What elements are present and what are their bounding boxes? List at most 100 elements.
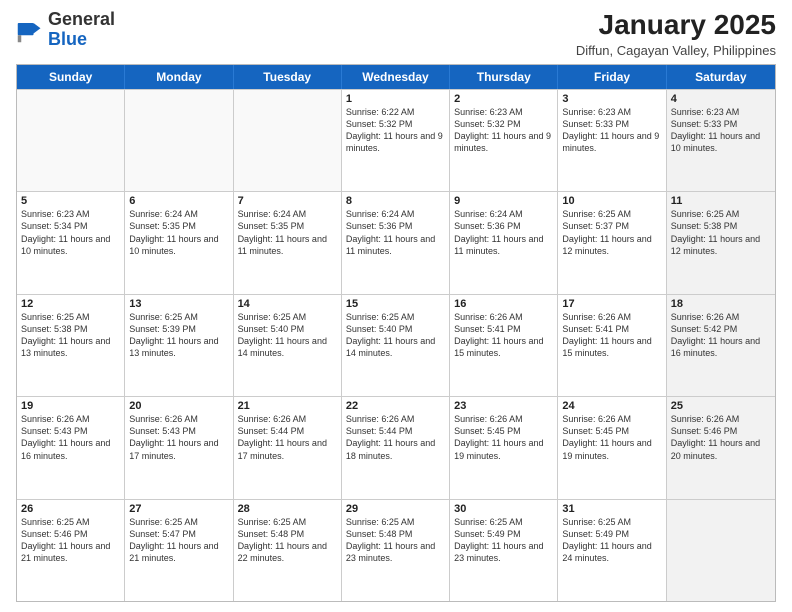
calendar-cell: 7Sunrise: 6:24 AMSunset: 5:35 PMDaylight… [234,192,342,293]
day-number: 12 [21,298,120,310]
day-number: 17 [562,298,661,310]
calendar-cell: 5Sunrise: 6:23 AMSunset: 5:34 PMDaylight… [17,192,125,293]
cell-info: Sunrise: 6:24 AMSunset: 5:36 PMDaylight:… [454,208,553,257]
cell-info: Sunrise: 6:26 AMSunset: 5:46 PMDaylight:… [671,413,771,462]
calendar-cell: 28Sunrise: 6:25 AMSunset: 5:48 PMDayligh… [234,500,342,601]
day-number: 25 [671,400,771,412]
calendar-cell: 23Sunrise: 6:26 AMSunset: 5:45 PMDayligh… [450,397,558,498]
weekday-header: Wednesday [342,65,450,89]
calendar-cell [17,90,125,191]
calendar-header: SundayMondayTuesdayWednesdayThursdayFrid… [17,65,775,89]
calendar-cell: 10Sunrise: 6:25 AMSunset: 5:37 PMDayligh… [558,192,666,293]
calendar-cell: 18Sunrise: 6:26 AMSunset: 5:42 PMDayligh… [667,295,775,396]
cell-info: Sunrise: 6:26 AMSunset: 5:43 PMDaylight:… [129,413,228,462]
day-number: 18 [671,298,771,310]
day-number: 21 [238,400,337,412]
day-number: 6 [129,195,228,207]
calendar-week: 12Sunrise: 6:25 AMSunset: 5:38 PMDayligh… [17,294,775,396]
logo: General Blue [16,10,115,50]
cell-info: Sunrise: 6:25 AMSunset: 5:46 PMDaylight:… [21,516,120,565]
day-number: 7 [238,195,337,207]
cell-info: Sunrise: 6:25 AMSunset: 5:49 PMDaylight:… [562,516,661,565]
calendar-cell: 27Sunrise: 6:25 AMSunset: 5:47 PMDayligh… [125,500,233,601]
calendar-cell: 19Sunrise: 6:26 AMSunset: 5:43 PMDayligh… [17,397,125,498]
calendar-cell [234,90,342,191]
cell-info: Sunrise: 6:26 AMSunset: 5:43 PMDaylight:… [21,413,120,462]
calendar-cell: 9Sunrise: 6:24 AMSunset: 5:36 PMDaylight… [450,192,558,293]
day-number: 23 [454,400,553,412]
day-number: 30 [454,503,553,515]
calendar-cell: 26Sunrise: 6:25 AMSunset: 5:46 PMDayligh… [17,500,125,601]
calendar-cell: 17Sunrise: 6:26 AMSunset: 5:41 PMDayligh… [558,295,666,396]
cell-info: Sunrise: 6:26 AMSunset: 5:44 PMDaylight:… [346,413,445,462]
cell-info: Sunrise: 6:25 AMSunset: 5:37 PMDaylight:… [562,208,661,257]
calendar-week: 26Sunrise: 6:25 AMSunset: 5:46 PMDayligh… [17,499,775,601]
cell-info: Sunrise: 6:22 AMSunset: 5:32 PMDaylight:… [346,106,445,155]
calendar-week: 5Sunrise: 6:23 AMSunset: 5:34 PMDaylight… [17,191,775,293]
cell-info: Sunrise: 6:23 AMSunset: 5:34 PMDaylight:… [21,208,120,257]
calendar: SundayMondayTuesdayWednesdayThursdayFrid… [16,64,776,602]
day-number: 19 [21,400,120,412]
calendar-cell: 1Sunrise: 6:22 AMSunset: 5:32 PMDaylight… [342,90,450,191]
calendar-cell: 31Sunrise: 6:25 AMSunset: 5:49 PMDayligh… [558,500,666,601]
calendar-cell: 24Sunrise: 6:26 AMSunset: 5:45 PMDayligh… [558,397,666,498]
day-number: 22 [346,400,445,412]
cell-info: Sunrise: 6:25 AMSunset: 5:48 PMDaylight:… [238,516,337,565]
calendar-cell: 16Sunrise: 6:26 AMSunset: 5:41 PMDayligh… [450,295,558,396]
calendar-cell: 11Sunrise: 6:25 AMSunset: 5:38 PMDayligh… [667,192,775,293]
cell-info: Sunrise: 6:23 AMSunset: 5:32 PMDaylight:… [454,106,553,155]
calendar-week: 1Sunrise: 6:22 AMSunset: 5:32 PMDaylight… [17,89,775,191]
cell-info: Sunrise: 6:24 AMSunset: 5:35 PMDaylight:… [238,208,337,257]
day-number: 1 [346,93,445,105]
cell-info: Sunrise: 6:25 AMSunset: 5:40 PMDaylight:… [346,311,445,360]
cell-info: Sunrise: 6:25 AMSunset: 5:40 PMDaylight:… [238,311,337,360]
month-title: January 2025 [576,10,776,41]
page: General Blue January 2025 Diffun, Cagaya… [0,0,792,612]
calendar-week: 19Sunrise: 6:26 AMSunset: 5:43 PMDayligh… [17,396,775,498]
cell-info: Sunrise: 6:25 AMSunset: 5:38 PMDaylight:… [671,208,771,257]
logo-icon [16,16,44,44]
cell-info: Sunrise: 6:26 AMSunset: 5:45 PMDaylight:… [454,413,553,462]
weekday-header: Saturday [667,65,775,89]
calendar-cell: 2Sunrise: 6:23 AMSunset: 5:32 PMDaylight… [450,90,558,191]
day-number: 14 [238,298,337,310]
calendar-body: 1Sunrise: 6:22 AMSunset: 5:32 PMDaylight… [17,89,775,601]
cell-info: Sunrise: 6:25 AMSunset: 5:48 PMDaylight:… [346,516,445,565]
calendar-cell: 15Sunrise: 6:25 AMSunset: 5:40 PMDayligh… [342,295,450,396]
calendar-cell: 14Sunrise: 6:25 AMSunset: 5:40 PMDayligh… [234,295,342,396]
calendar-cell: 29Sunrise: 6:25 AMSunset: 5:48 PMDayligh… [342,500,450,601]
cell-info: Sunrise: 6:26 AMSunset: 5:42 PMDaylight:… [671,311,771,360]
calendar-cell: 25Sunrise: 6:26 AMSunset: 5:46 PMDayligh… [667,397,775,498]
calendar-cell: 6Sunrise: 6:24 AMSunset: 5:35 PMDaylight… [125,192,233,293]
cell-info: Sunrise: 6:24 AMSunset: 5:36 PMDaylight:… [346,208,445,257]
day-number: 27 [129,503,228,515]
day-number: 15 [346,298,445,310]
calendar-cell: 30Sunrise: 6:25 AMSunset: 5:49 PMDayligh… [450,500,558,601]
weekday-header: Tuesday [234,65,342,89]
cell-info: Sunrise: 6:25 AMSunset: 5:47 PMDaylight:… [129,516,228,565]
day-number: 11 [671,195,771,207]
day-number: 9 [454,195,553,207]
subtitle: Diffun, Cagayan Valley, Philippines [576,43,776,58]
weekday-header: Thursday [450,65,558,89]
day-number: 3 [562,93,661,105]
day-number: 28 [238,503,337,515]
day-number: 13 [129,298,228,310]
cell-info: Sunrise: 6:26 AMSunset: 5:41 PMDaylight:… [454,311,553,360]
calendar-cell: 13Sunrise: 6:25 AMSunset: 5:39 PMDayligh… [125,295,233,396]
day-number: 16 [454,298,553,310]
cell-info: Sunrise: 6:25 AMSunset: 5:49 PMDaylight:… [454,516,553,565]
cell-info: Sunrise: 6:26 AMSunset: 5:45 PMDaylight:… [562,413,661,462]
cell-info: Sunrise: 6:25 AMSunset: 5:39 PMDaylight:… [129,311,228,360]
cell-info: Sunrise: 6:23 AMSunset: 5:33 PMDaylight:… [671,106,771,155]
cell-info: Sunrise: 6:25 AMSunset: 5:38 PMDaylight:… [21,311,120,360]
calendar-cell: 20Sunrise: 6:26 AMSunset: 5:43 PMDayligh… [125,397,233,498]
calendar-cell [125,90,233,191]
calendar-cell: 8Sunrise: 6:24 AMSunset: 5:36 PMDaylight… [342,192,450,293]
day-number: 24 [562,400,661,412]
weekday-header: Monday [125,65,233,89]
calendar-cell: 12Sunrise: 6:25 AMSunset: 5:38 PMDayligh… [17,295,125,396]
cell-info: Sunrise: 6:26 AMSunset: 5:44 PMDaylight:… [238,413,337,462]
weekday-header: Sunday [17,65,125,89]
day-number: 10 [562,195,661,207]
